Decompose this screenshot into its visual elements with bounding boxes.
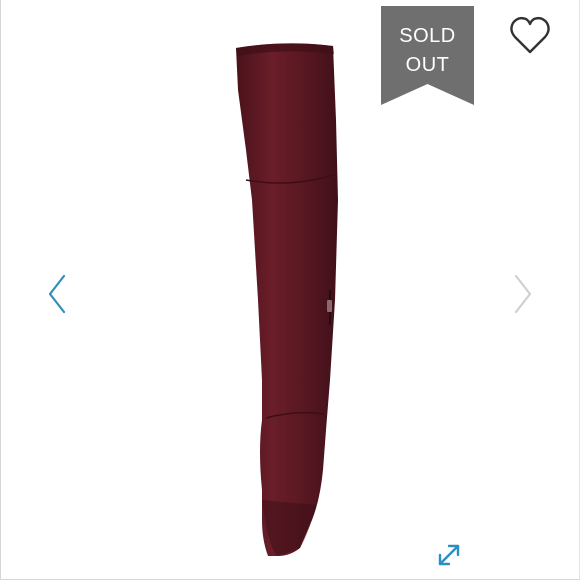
- chevron-right-icon: [514, 274, 532, 314]
- sold-out-badge: SOLD OUT: [381, 6, 474, 105]
- boot-shape: [236, 43, 338, 556]
- sold-out-label: SOLD OUT: [381, 22, 474, 80]
- product-image-boot: [236, 43, 338, 556]
- sold-out-line2: OUT: [405, 54, 450, 76]
- like-button[interactable]: [507, 14, 553, 58]
- chevron-left-icon: [48, 274, 66, 314]
- expand-image-button[interactable]: [432, 538, 466, 572]
- carousel-prev-button[interactable]: [42, 270, 72, 318]
- heart-outline-icon: [510, 16, 550, 54]
- expand-arrows-icon: [438, 544, 460, 566]
- sold-out-line1: SOLD: [399, 25, 456, 47]
- carousel-next-button[interactable]: [508, 270, 538, 318]
